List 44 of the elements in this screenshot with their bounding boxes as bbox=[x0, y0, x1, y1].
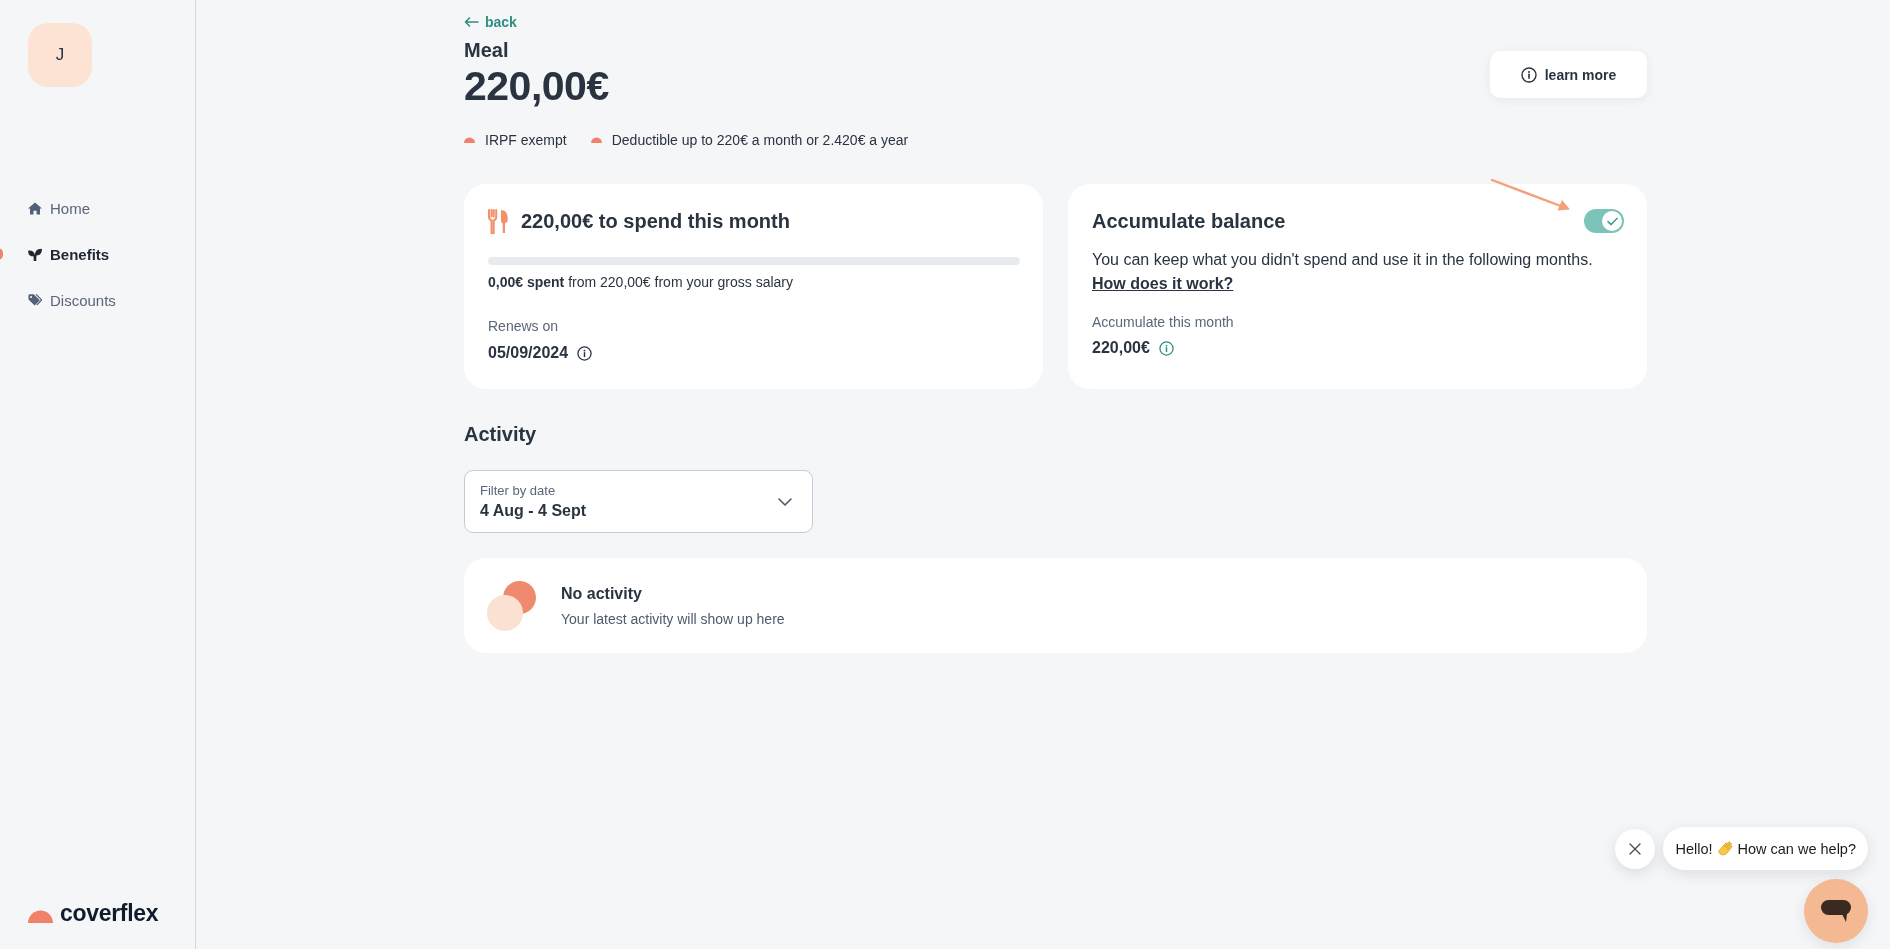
how-it-works-link[interactable]: How does it work? bbox=[1092, 272, 1234, 296]
renewal-date: 05/09/2024 bbox=[488, 343, 569, 363]
nav-link[interactable]: Home bbox=[28, 192, 90, 224]
info-icon bbox=[577, 345, 593, 361]
card-title: 220,00€ to spend this month bbox=[521, 209, 790, 234]
date-filter-dropdown[interactable]: Filter by date 4 Aug - 4 Sept bbox=[464, 470, 813, 533]
empty-subtitle: Your latest activity will show up here bbox=[561, 609, 785, 629]
nav-link[interactable]: Benefits bbox=[28, 238, 110, 270]
info-icon bbox=[1520, 66, 1537, 83]
arrow-left-icon bbox=[464, 17, 479, 27]
sprout-icon bbox=[28, 247, 42, 261]
greeting-text: Hello! bbox=[1675, 840, 1713, 857]
benefit-tag: Deductible up to 220€ a month or 2.420€ a year bbox=[611, 130, 909, 150]
benefit-category: Meal bbox=[464, 38, 510, 63]
user-avatar[interactable]: J bbox=[28, 23, 92, 87]
accumulate-label: Accumulate this month bbox=[1092, 313, 1235, 332]
chevron-down-icon bbox=[778, 498, 792, 506]
info-icon bbox=[1158, 340, 1174, 356]
description-text: You can keep what you didn't spend and use it in the following months. bbox=[1092, 250, 1594, 270]
check-icon bbox=[1606, 216, 1618, 226]
learn-more-button[interactable]: learn more bbox=[1490, 51, 1647, 98]
close-icon bbox=[1629, 842, 1642, 855]
section-title: Activity bbox=[464, 422, 538, 446]
benefit-amount: 220,00€ bbox=[464, 63, 610, 109]
toggle-switch[interactable] bbox=[1584, 209, 1624, 233]
greeting-text: How can we help? bbox=[1737, 840, 1856, 857]
tags-icon bbox=[28, 293, 42, 307]
nav-link[interactable]: Discounts bbox=[28, 284, 116, 316]
logo-mark-icon bbox=[28, 909, 53, 923]
fork-knife-icon bbox=[488, 208, 509, 234]
logo-text: coverflex bbox=[60, 899, 159, 927]
overlapping-circles-icon bbox=[487, 580, 537, 631]
spent-summary: 0,00€ spent from 220,00€ from your gross salary bbox=[488, 273, 795, 292]
back-link[interactable]: back bbox=[464, 12, 517, 32]
speech-bubble-icon bbox=[1820, 898, 1852, 924]
card-title: Accumulate balance bbox=[1092, 209, 1286, 234]
chat-launcher-button[interactable] bbox=[1804, 879, 1868, 943]
waving-hand-icon bbox=[1716, 839, 1734, 858]
empty-title: No activity bbox=[561, 583, 643, 604]
chat-bubble[interactable]: Hello! How can we help? bbox=[1663, 827, 1868, 870]
benefit-tag: IRPF exempt bbox=[485, 130, 567, 150]
accumulate-amount: 220,00€ bbox=[1092, 338, 1150, 358]
renews-label: Renews on bbox=[488, 317, 560, 336]
home-icon bbox=[28, 201, 42, 215]
